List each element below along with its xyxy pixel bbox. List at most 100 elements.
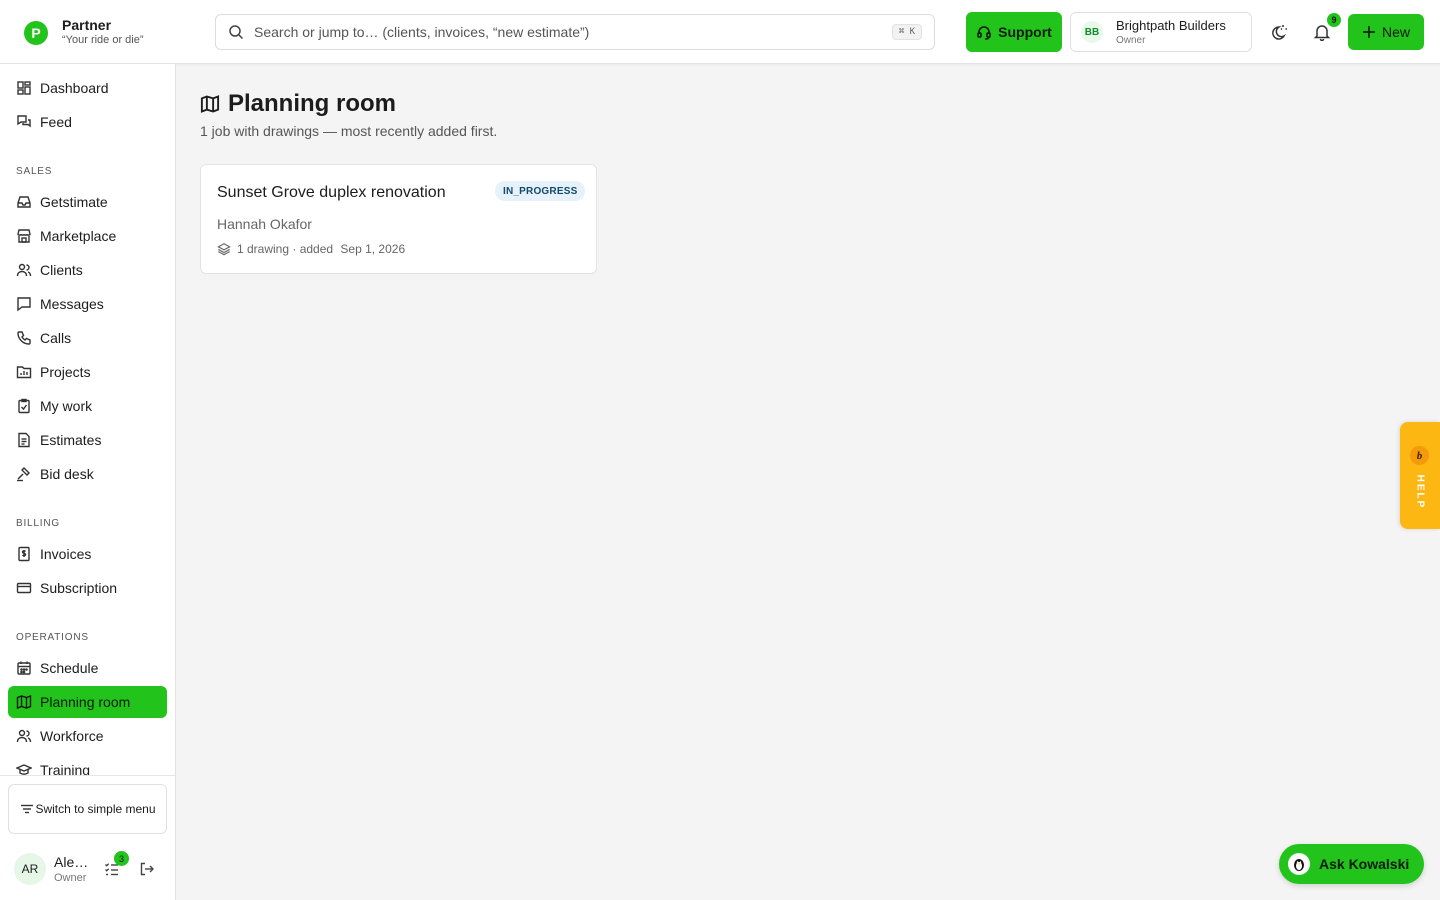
store-icon xyxy=(16,228,32,244)
sidebar-item-label: Training xyxy=(40,762,91,776)
sidebar-item-label: Subscription xyxy=(40,580,118,596)
sidebar-item-feed[interactable]: Feed xyxy=(8,106,167,138)
sidebar-item-marketplace[interactable]: Marketplace xyxy=(8,220,167,252)
page-subtitle: 1 job with drawings — most recently adde… xyxy=(200,123,498,139)
user-name: Ale… xyxy=(54,854,89,870)
layers-icon xyxy=(217,242,231,256)
theme-toggle-button[interactable] xyxy=(1266,20,1290,44)
sidebar-item-label: Messages xyxy=(40,296,104,312)
filter-lines-icon xyxy=(19,801,35,817)
support-button[interactable]: Support xyxy=(966,12,1062,52)
document-icon xyxy=(16,432,32,448)
plus-icon xyxy=(1362,25,1376,39)
search-input[interactable] xyxy=(254,24,892,40)
new-button[interactable]: New xyxy=(1348,14,1424,50)
sidebar-item-my-work[interactable]: My work xyxy=(8,390,167,422)
sidebar-item-label: Estimates xyxy=(40,432,102,448)
moon-sun-icon xyxy=(1268,22,1288,42)
org-name: Brightpath Builders xyxy=(1116,17,1226,33)
brand-logo-icon: P xyxy=(24,20,48,45)
sidebar-item-projects[interactable]: Projects xyxy=(8,356,167,388)
ask-kowalski-button[interactable]: Ask Kowalski xyxy=(1279,844,1424,884)
gavel-icon xyxy=(16,466,32,482)
sidebar-item-schedule[interactable]: Schedule xyxy=(8,652,167,684)
users-icon xyxy=(16,262,32,278)
sidebar-item-estimates[interactable]: Estimates xyxy=(8,424,167,456)
clipboard-check-icon xyxy=(16,398,32,414)
notification-count-badge: 9 xyxy=(1327,13,1341,27)
new-button-label: New xyxy=(1381,24,1410,40)
sidebar-item-planning-room[interactable]: Planning room xyxy=(8,686,167,718)
message-icon xyxy=(16,296,32,312)
job-client: Hannah Okafor xyxy=(217,216,312,232)
sidebar-item-label: Calls xyxy=(40,330,72,346)
sidebar-item-bid-desk[interactable]: Bid desk xyxy=(8,458,167,490)
users-group-icon xyxy=(16,728,32,744)
sidebar-divider xyxy=(0,775,175,776)
calendar-icon xyxy=(16,660,32,676)
sidebar-nav[interactable]: Dashboard Feed SALES Getstimate Marketpl… xyxy=(0,64,175,776)
sidebar-item-workforce[interactable]: Workforce xyxy=(8,720,167,752)
support-button-label: Support xyxy=(998,24,1052,40)
sidebar-item-subscription[interactable]: Subscription xyxy=(8,572,167,604)
search-icon xyxy=(228,24,244,40)
help-logo-icon: b xyxy=(1410,446,1429,465)
help-label: HELP xyxy=(1414,474,1426,510)
inbox-icon xyxy=(16,194,32,210)
meta-separator: · added xyxy=(289,242,337,256)
ask-kowalski-label: Ask Kowalski xyxy=(1319,856,1410,872)
logout-icon[interactable] xyxy=(139,861,155,877)
brand-name: Partner xyxy=(62,17,112,33)
sidebar-item-calls[interactable]: Calls xyxy=(8,322,167,354)
sidebar-item-label: Workforce xyxy=(40,728,104,744)
switch-simple-menu-button[interactable]: Switch to simple menu xyxy=(8,784,167,834)
section-label-operations: OPERATIONS xyxy=(16,632,89,643)
help-tab[interactable]: b HELP xyxy=(1400,422,1440,529)
sidebar-item-label: Schedule xyxy=(40,660,99,676)
sidebar-item-label: Projects xyxy=(40,364,91,380)
chat-bubbles-icon xyxy=(16,114,32,130)
org-switcher[interactable]: BB Brightpath Builders Owner xyxy=(1070,12,1252,52)
job-title: Sunset Grove duplex renovation xyxy=(217,184,446,201)
phone-icon xyxy=(16,330,32,346)
sidebar-item-label: Invoices xyxy=(40,546,92,562)
brand[interactable]: P Partner “Your ride or die” xyxy=(24,17,144,48)
sidebar-item-dashboard[interactable]: Dashboard xyxy=(8,72,167,104)
job-meta: 1 drawing · added Sep 1, 2026 xyxy=(217,242,405,256)
page-header: Planning room xyxy=(200,90,396,118)
sidebar-item-messages[interactable]: Messages xyxy=(8,288,167,320)
org-role: Owner xyxy=(1116,34,1146,46)
status-badge: IN_PROGRESS xyxy=(495,181,586,201)
sidebar-item-label: Clients xyxy=(40,262,83,278)
sidebar-item-label: Planning room xyxy=(40,694,131,710)
graduation-cap-icon xyxy=(16,762,32,776)
job-card[interactable]: Sunset Grove duplex renovation IN_PROGRE… xyxy=(200,164,597,274)
avatar[interactable]: AR xyxy=(14,853,46,885)
folder-chart-icon xyxy=(16,364,32,380)
sidebar-item-label: Bid desk xyxy=(40,466,94,482)
penguin-icon xyxy=(1288,853,1310,875)
sidebar-item-label: My work xyxy=(40,398,93,414)
bell-icon xyxy=(1313,23,1331,41)
top-bar: P Partner “Your ride or die” ⌘ K Support… xyxy=(0,0,1440,64)
sidebar-item-label: Dashboard xyxy=(40,80,109,96)
brand-tagline: “Your ride or die” xyxy=(62,34,144,46)
headset-icon xyxy=(976,24,992,40)
sidebar-item-getstimate[interactable]: Getstimate xyxy=(8,186,167,218)
search-bar[interactable]: ⌘ K xyxy=(215,14,935,50)
sidebar-item-label: Getstimate xyxy=(40,194,108,210)
sidebar-item-clients[interactable]: Clients xyxy=(8,254,167,286)
task-count-badge: 3 xyxy=(114,851,129,866)
search-shortcut-hint: ⌘ K xyxy=(891,24,922,40)
grid-icon xyxy=(16,80,32,96)
added-date: Sep 1, 2026 xyxy=(340,242,406,256)
sidebar-item-invoices[interactable]: Invoices xyxy=(8,538,167,570)
sidebar-item-training[interactable]: Training xyxy=(8,754,167,776)
user-profile: AR Ale… Owner 3 xyxy=(14,851,164,886)
page-title: Planning room xyxy=(228,90,396,117)
drawing-count: 1 drawing xyxy=(237,242,290,256)
switch-simple-menu-label: Switch to simple menu xyxy=(35,802,156,816)
map-icon xyxy=(16,694,32,710)
sidebar-item-label: Feed xyxy=(40,114,72,130)
map-icon xyxy=(200,94,220,114)
